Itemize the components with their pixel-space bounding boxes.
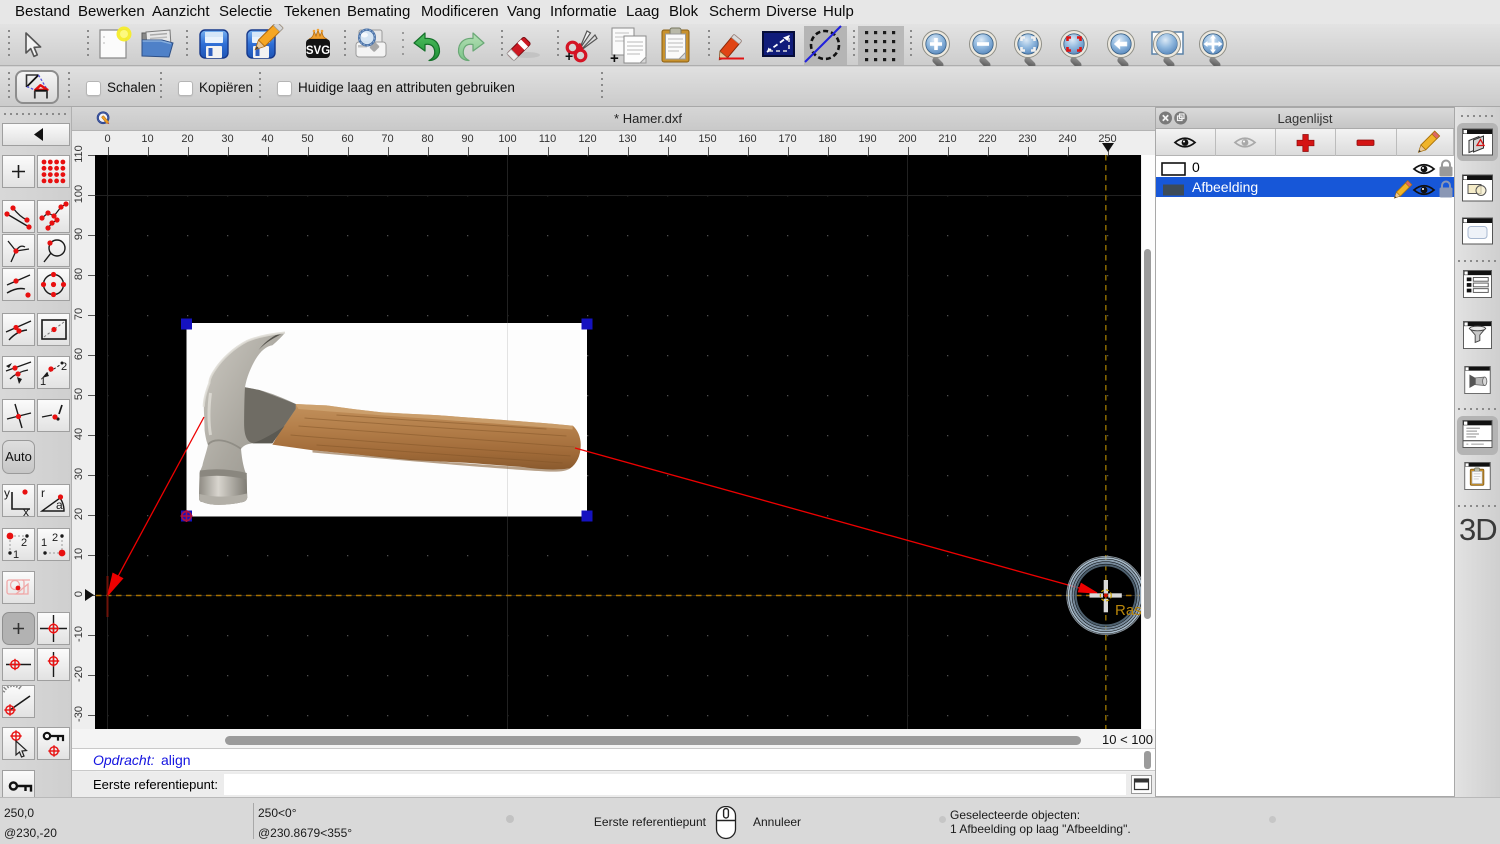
svg-text:1: 1 [40,376,46,388]
svg-text:+: + [565,48,573,64]
svg-text:1: 1 [13,549,19,560]
svg-text:a: a [56,498,63,512]
svg-text:Rast: Rast [1115,602,1141,619]
svg-text:1: 1 [41,537,47,549]
svg-text:y: y [4,486,10,500]
svg-text:+: + [610,50,619,66]
svg-text:SVG: SVG [306,45,330,57]
svg-text:r: r [41,486,45,500]
svg-text:2: 2 [21,537,27,549]
svg-text:x: x [23,505,29,516]
svg-text:2: 2 [52,532,58,544]
